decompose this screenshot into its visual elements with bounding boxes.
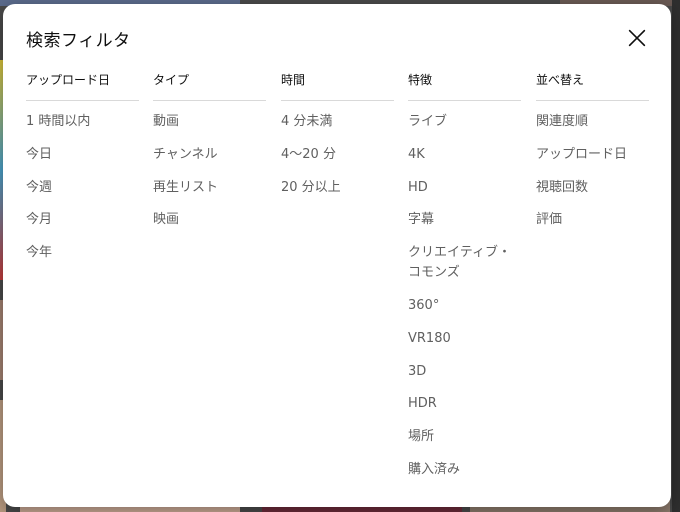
filter-option[interactable]: HDR (408, 394, 521, 414)
filter-column-features: 特徴 ライブ 4K HD 字幕クリエイティブ・ コモンズ 360° VR180 3D HDR 場所… (408, 70, 521, 493)
filter-option[interactable]: 3D (408, 362, 521, 382)
divider (281, 100, 394, 101)
filter-option[interactable]: 今年 (26, 243, 139, 263)
column-header: 並べ替え (536, 73, 585, 87)
filter-column-type: タイプ 動画チャンネル再生リスト映画 (153, 70, 266, 243)
filter-option[interactable]: 購入済み (408, 460, 521, 480)
close-button[interactable] (623, 24, 651, 52)
close-icon (628, 29, 646, 47)
filter-option[interactable]: VR180 (408, 329, 521, 349)
filter-option[interactable]: 字幕 (408, 210, 521, 230)
divider (26, 100, 139, 101)
filter-column-duration: 時間 4 分未満 4～20 分 20 分以上 (281, 70, 394, 210)
filter-option[interactable]: ライブ (408, 112, 521, 132)
filter-option[interactable]: 動画 (153, 112, 266, 132)
filter-option[interactable]: 視聴回数 (536, 178, 649, 198)
search-filter-dialog: 検索フィルタ アップロード日 1 時間以内 今日今週今月今年 タイプ 動画チャンネ… (3, 4, 671, 507)
filter-column-upload-date: アップロード日 1 時間以内 今日今週今月今年 (26, 70, 139, 276)
filter-option[interactable]: HD (408, 178, 521, 198)
divider (408, 100, 521, 101)
background-scroll-area (672, 0, 680, 512)
filter-option[interactable]: 映画 (153, 210, 266, 230)
filter-option[interactable]: 評価 (536, 210, 649, 230)
filter-option[interactable]: アップロード日 (536, 145, 649, 165)
dialog-title: 検索フィルタ (26, 31, 131, 51)
filter-option[interactable]: 今週 (26, 178, 139, 198)
filter-option[interactable]: 4K (408, 145, 521, 165)
column-header: タイプ (153, 73, 190, 87)
filter-option[interactable]: 今日 (26, 145, 139, 165)
filter-option[interactable]: クリエイティブ・ コモンズ (408, 243, 521, 283)
column-header: 特徴 (408, 73, 433, 87)
filter-option[interactable]: 今月 (26, 210, 139, 230)
column-header: 時間 (281, 73, 306, 87)
divider (536, 100, 649, 101)
column-header: アップロード日 (26, 73, 111, 87)
filter-option[interactable]: 4 分未満 (281, 112, 394, 132)
filter-option[interactable]: 関連度順 (536, 112, 649, 132)
filter-column-sort-by: 並べ替え 関連度順アップロード日 視聴回数評価 (536, 70, 649, 243)
filter-option[interactable]: 20 分以上 (281, 178, 394, 198)
filter-option[interactable]: 再生リスト (153, 178, 266, 198)
filter-option[interactable]: 1 時間以内 (26, 112, 139, 132)
divider (153, 100, 266, 101)
filter-option[interactable]: 360° (408, 296, 521, 316)
filter-option[interactable]: 場所 (408, 427, 521, 447)
filter-option[interactable]: チャンネル (153, 145, 266, 165)
filter-option[interactable]: 4～20 分 (281, 145, 394, 165)
